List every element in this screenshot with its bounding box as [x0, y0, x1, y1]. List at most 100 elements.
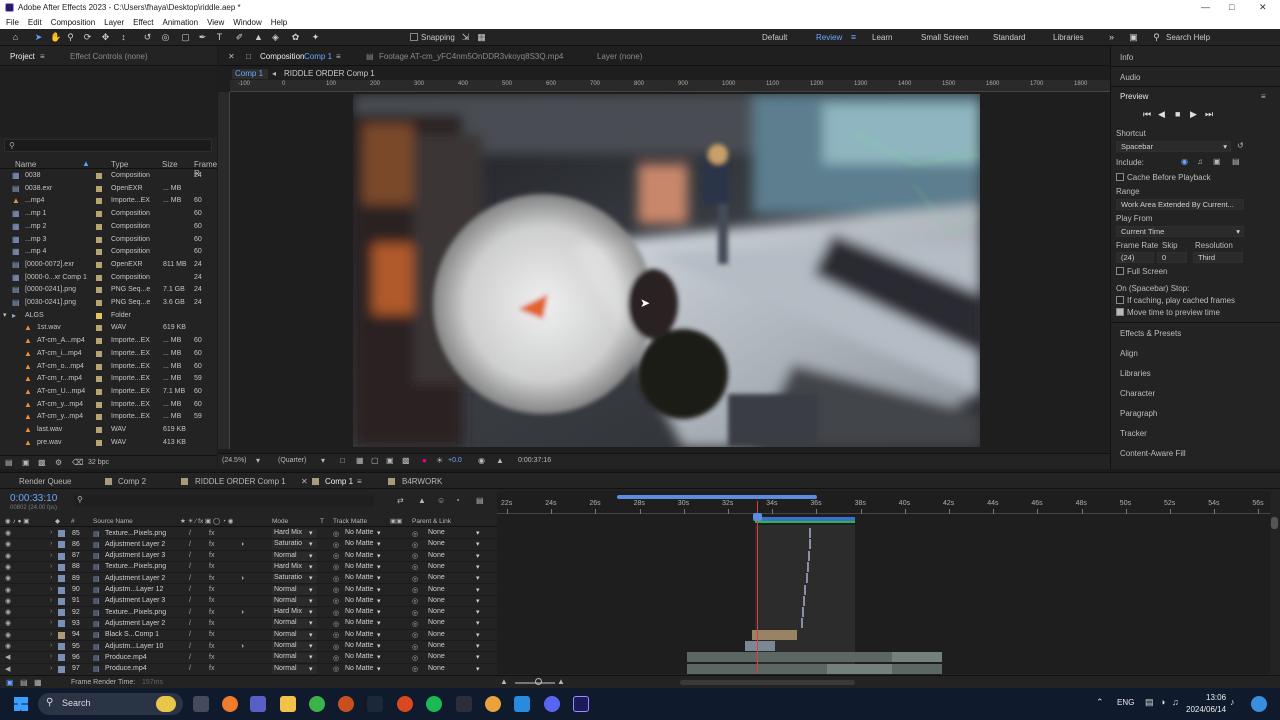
- lock-icon[interactable]: □: [246, 52, 251, 61]
- firefox-icon[interactable]: [338, 696, 354, 712]
- timeline-layer-row[interactable]: ◀ › 96 ▤ Produce.mp4/fx Normal ▾ ◎ No Matte ▾ ◎ Non…: [0, 652, 497, 664]
- layer-duration-bar[interactable]: [804, 584, 806, 595]
- chrome-icon[interactable]: [309, 696, 325, 712]
- eraser-tool-icon[interactable]: ◈: [270, 32, 281, 43]
- puppet-pin-tool-icon[interactable]: ✦: [310, 32, 321, 43]
- next-frame-icon[interactable]: ▶: [1190, 109, 1197, 120]
- expand-arrow-icon[interactable]: ›: [50, 642, 52, 649]
- visibility-eye-icon[interactable]: ◉: [5, 540, 11, 548]
- track-matte-pickwhip-icon[interactable]: ◎: [333, 620, 339, 628]
- timeline-menu-icon[interactable]: ≡: [357, 477, 362, 486]
- layer-duration-bar[interactable]: [801, 618, 803, 629]
- comp-menu-icon[interactable]: ≡: [336, 52, 341, 61]
- quality-switch-icon[interactable]: /: [189, 575, 191, 582]
- parent-pickwhip-icon[interactable]: ◎: [412, 552, 418, 560]
- visibility-eye-icon[interactable]: ◉: [5, 597, 11, 605]
- effects-switch-icon[interactable]: fx: [209, 665, 214, 672]
- blend-mode-dropdown[interactable]: Normal ▾: [272, 596, 317, 606]
- more-workspaces-icon[interactable]: »: [1106, 32, 1117, 43]
- tab-footage[interactable]: Footage AT-cm_yFC4nm5OnDDR3vkoyq8S3Q.mp4: [379, 52, 563, 61]
- adjustment-layer-icon[interactable]: ◑: [240, 541, 244, 548]
- preview-menu-icon[interactable]: ≡: [1261, 92, 1266, 101]
- rotate-tool-icon[interactable]: ↺: [142, 32, 153, 43]
- label-swatch[interactable]: [96, 376, 102, 383]
- clock-time[interactable]: 13:06: [1206, 693, 1226, 702]
- label-swatch[interactable]: [96, 236, 102, 243]
- blend-mode-dropdown[interactable]: Normal ▾: [272, 619, 317, 629]
- layer-duration-bar[interactable]: [807, 561, 809, 572]
- timeline-layer-row[interactable]: ◉ › 90 ▤ Adjustm...Layer 12 / fx Normal ▾ ◎ No Mat…: [0, 584, 497, 596]
- quality-switch-icon[interactable]: /: [189, 586, 191, 593]
- layer-name[interactable]: Black S...Comp 1: [105, 631, 159, 638]
- blend-mode-dropdown[interactable]: Hard Mix ▾: [272, 529, 317, 538]
- panel-layout-icon[interactable]: ▣: [1128, 32, 1139, 43]
- expand-arrow-icon[interactable]: ›: [50, 631, 52, 638]
- label-swatch[interactable]: [96, 287, 102, 294]
- tab-composition-name[interactable]: Comp 1: [304, 52, 332, 61]
- paragraph-tab[interactable]: Paragraph: [1120, 409, 1157, 418]
- layer-label-swatch[interactable]: [58, 575, 65, 583]
- libraries-tab[interactable]: Libraries: [1120, 369, 1151, 378]
- track-matte-pickwhip-icon[interactable]: ◎: [333, 631, 339, 639]
- parent-pickwhip-icon[interactable]: ◎: [412, 654, 418, 662]
- play-from-dropdown[interactable]: Current Time ▾: [1116, 226, 1244, 237]
- workspace-default[interactable]: Default: [762, 33, 787, 42]
- track-matte-dropdown[interactable]: No Matte ▾: [343, 642, 385, 651]
- menu-edit[interactable]: Edit: [28, 18, 42, 27]
- project-item[interactable]: ▲ AT-cm_o...mp4 Importe...EX ... MB 60: [0, 361, 217, 374]
- project-item[interactable]: ▲ AT-cm_y...mp4 Importe...EX ... MB 59: [0, 411, 217, 424]
- menu-help[interactable]: Help: [271, 18, 287, 27]
- tab-comp-2[interactable]: Comp 2: [118, 477, 146, 486]
- resolution-dropdown[interactable]: Third: [1193, 252, 1243, 263]
- disclosure-arrow-icon[interactable]: ▾: [3, 311, 7, 319]
- parent-pickwhip-icon[interactable]: ◎: [412, 609, 418, 617]
- tab-composition[interactable]: Composition: [260, 52, 304, 61]
- source-name-column[interactable]: Source Name: [93, 518, 133, 525]
- project-item[interactable]: ▲ 1st.wav WAV 619 KB: [0, 322, 217, 335]
- windows-start-icon[interactable]: [14, 697, 28, 711]
- content-aware-fill-tab[interactable]: Content-Aware Fill: [1120, 449, 1186, 458]
- expand-arrow-icon[interactable]: ›: [50, 563, 52, 570]
- zoom-in-icon[interactable]: ▲: [557, 677, 565, 686]
- label-swatch[interactable]: [96, 350, 102, 357]
- quality-switch-icon[interactable]: /: [189, 563, 191, 570]
- notification-bell-icon[interactable]: ♪: [1230, 697, 1235, 707]
- breadcrumb-comp-1[interactable]: Comp 1: [232, 69, 268, 79]
- effects-switch-icon[interactable]: fx: [209, 541, 214, 548]
- expand-arrow-icon[interactable]: ›: [50, 529, 52, 536]
- blender-icon[interactable]: [485, 696, 501, 712]
- full-screen-checkbox[interactable]: [1116, 267, 1124, 275]
- move-time-checkbox[interactable]: [1116, 308, 1124, 316]
- track-matte-dropdown[interactable]: No Matte ▾: [343, 563, 385, 572]
- visibility-eye-icon[interactable]: ◉: [5, 619, 11, 627]
- toggle-in-out-icon[interactable]: ▦: [34, 678, 42, 687]
- project-item[interactable]: ▲ AT-cm_y...mp4 Importe...EX ... MB 60: [0, 399, 217, 412]
- menu-effect[interactable]: Effect: [133, 18, 153, 27]
- new-folder-icon[interactable]: ▣: [22, 458, 30, 467]
- project-search-input[interactable]: ⚲: [4, 139, 212, 152]
- track-matte-pickwhip-icon[interactable]: ◎: [333, 609, 339, 617]
- mask-visibility-icon[interactable]: ▢: [371, 456, 379, 465]
- parent-pickwhip-icon[interactable]: ◎: [412, 586, 418, 594]
- quality-switch-icon[interactable]: /: [189, 631, 191, 638]
- label-swatch[interactable]: [96, 325, 102, 332]
- project-item[interactable]: ▦ ...mp 4 Composition 60: [0, 246, 217, 259]
- show-snapshot-icon[interactable]: ▲: [496, 456, 504, 465]
- spotify-icon[interactable]: [426, 696, 442, 712]
- expand-arrow-icon[interactable]: ›: [50, 653, 52, 660]
- blend-mode-dropdown[interactable]: Normal ▾: [272, 642, 317, 651]
- track-matte-pickwhip-icon[interactable]: ◎: [333, 541, 339, 549]
- parent-dropdown[interactable]: None ▾: [426, 597, 482, 606]
- layer-name[interactable]: Texture...Pixels.png: [105, 563, 166, 570]
- range-dropdown[interactable]: Work Area Extended By Current...: [1116, 199, 1244, 210]
- workspace-small-screen[interactable]: Small Screen: [921, 33, 969, 42]
- wifi-icon[interactable]: ◑: [1160, 697, 1165, 707]
- toggle-switches-icon[interactable]: ▣: [6, 678, 14, 687]
- preview-panel-title[interactable]: Preview: [1120, 92, 1148, 101]
- snap-options-icon[interactable]: ⇲: [460, 32, 471, 43]
- blend-mode-dropdown[interactable]: Normal ▾: [272, 551, 317, 561]
- bit-depth-button[interactable]: 32 bpc: [88, 459, 109, 466]
- track-matte-pickwhip-icon[interactable]: ◎: [333, 530, 339, 538]
- audio-toggle-icon[interactable]: ◀: [5, 653, 10, 661]
- close-tab-icon[interactable]: ✕: [301, 477, 308, 486]
